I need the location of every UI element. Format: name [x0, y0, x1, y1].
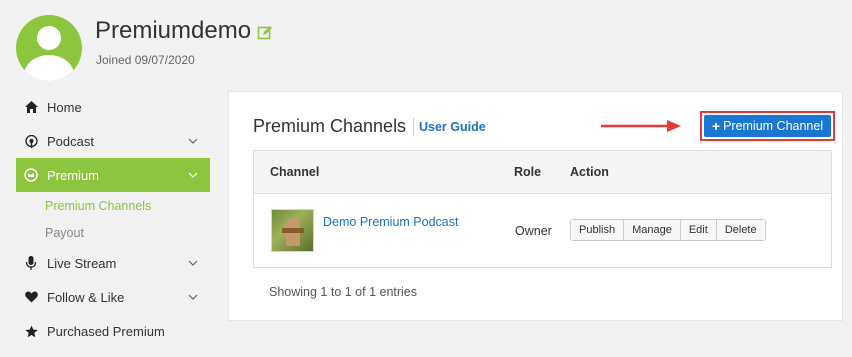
publish-button[interactable]: Publish: [571, 220, 625, 240]
home-icon: [24, 100, 38, 114]
sidebar-item-label: Purchased Premium: [47, 323, 165, 339]
premium-channels-card: Premium Channels User Guide + Premium Ch…: [228, 91, 843, 321]
add-premium-channel-label: Premium Channel: [723, 119, 824, 133]
username: Premiumdemo: [95, 17, 252, 44]
sidebar-subitem-payout[interactable]: Payout: [16, 219, 210, 246]
edit-icon[interactable]: [257, 25, 273, 41]
sidebar-item-label: Follow & Like: [47, 289, 125, 305]
joined-date: Joined 09/07/2020: [96, 53, 195, 67]
channel-thumbnail[interactable]: [271, 209, 314, 252]
channels-table: Channel Role Action Demo Premium Podcast…: [253, 150, 832, 268]
sidebar-item-label: Premium: [47, 167, 100, 183]
edit-button[interactable]: Edit: [680, 220, 717, 240]
column-header-channel: Channel: [270, 165, 320, 179]
chevron-down-icon: [188, 294, 198, 300]
sidebar-item-label: Podcast: [47, 133, 94, 149]
arrow-right-icon: [601, 120, 681, 132]
premium-icon: [24, 168, 38, 182]
sidebar-item-podcast[interactable]: Podcast: [16, 124, 210, 158]
title-divider: [413, 118, 414, 136]
user-guide-link[interactable]: User Guide: [419, 120, 486, 134]
add-channel-highlight: + Premium Channel: [700, 111, 835, 141]
pagination-info: Showing 1 to 1 of 1 entries: [269, 285, 418, 299]
column-header-role: Role: [514, 165, 542, 179]
profile-username-row: Premiumdemo: [95, 17, 273, 45]
page-title: Premium Channels: [253, 116, 407, 136]
sidebar-item-premium[interactable]: Premium: [16, 158, 210, 192]
sidebar: Home Podcast Premium Premium Channels Pa…: [16, 92, 210, 348]
sidebar-item-label: Home: [47, 99, 82, 115]
plus-icon: +: [711, 118, 721, 134]
sidebar-item-purchased-premium[interactable]: Purchased Premium: [16, 314, 210, 348]
channel-role: Owner: [515, 224, 552, 238]
microphone-icon: [24, 256, 38, 270]
sidebar-item-home[interactable]: Home: [16, 90, 210, 124]
chevron-down-icon: [188, 172, 198, 178]
podcast-icon: [24, 134, 38, 148]
manage-button[interactable]: Manage: [624, 220, 681, 240]
action-button-group: Publish Manage Edit Delete: [570, 219, 766, 241]
sidebar-item-live-stream[interactable]: Live Stream: [16, 246, 210, 280]
star-icon: [24, 324, 38, 338]
column-header-action: Action: [570, 165, 609, 179]
channel-link[interactable]: Demo Premium Podcast: [323, 215, 458, 229]
sidebar-subitem-premium-channels[interactable]: Premium Channels: [16, 192, 210, 219]
table-header: Channel Role Action: [254, 151, 831, 194]
table-row: Demo Premium Podcast Owner Publish Manag…: [254, 194, 831, 268]
heart-icon: [24, 290, 38, 304]
sidebar-item-label: Live Stream: [47, 255, 117, 271]
add-premium-channel-button[interactable]: + Premium Channel: [704, 115, 831, 137]
delete-button[interactable]: Delete: [716, 220, 765, 240]
sidebar-item-follow-like[interactable]: Follow & Like: [16, 280, 210, 314]
avatar: [16, 15, 82, 81]
chevron-down-icon: [188, 260, 198, 266]
chevron-down-icon: [188, 138, 198, 144]
